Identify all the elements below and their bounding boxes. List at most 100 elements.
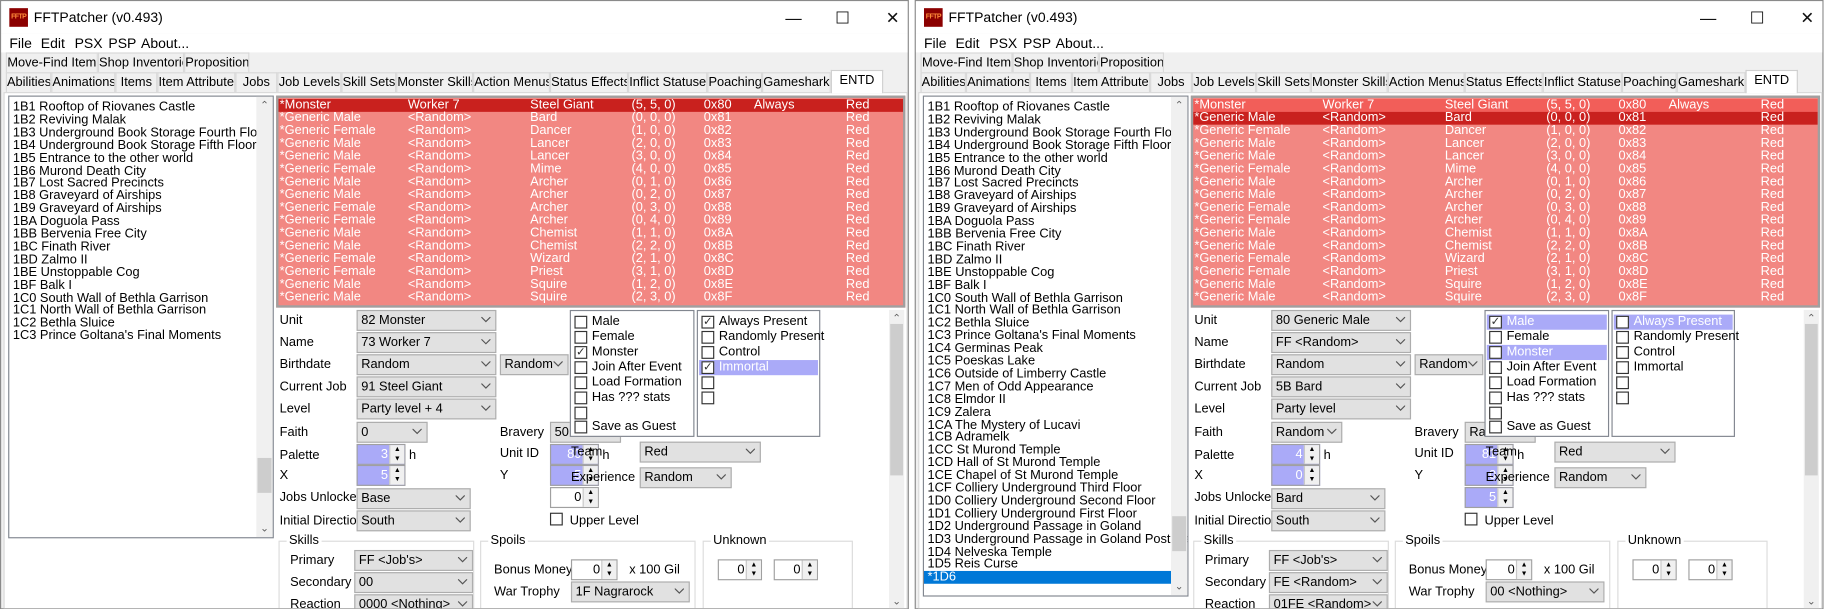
tab-shop-inventories[interactable]: Shop Inventories (1012, 52, 1099, 73)
war-trophy-select[interactable]: 1F Nagrarock (570, 581, 690, 603)
list-item[interactable]: 1B4 Underground Book Storage Fifth Floor (927, 139, 1171, 152)
scroll-thumb[interactable] (1172, 516, 1187, 552)
tab-inflict-statuses[interactable]: Inflict Statuses (1542, 72, 1622, 93)
checkbox[interactable] (574, 376, 588, 390)
tab-poaching[interactable]: Poaching (1621, 72, 1677, 93)
tab-propositions[interactable]: Propositions (1098, 52, 1165, 73)
tab-poaching[interactable]: Poaching (707, 72, 763, 93)
menu-about[interactable]: About... (141, 35, 189, 51)
entd-table[interactable]: *Monster Worker 7 Steel Giant (5, 5, 0) 0x80… (276, 95, 906, 308)
tab-skill-sets[interactable]: Skill Sets (1256, 72, 1311, 93)
x-spinner[interactable]: 5 ▲ ▼ (356, 464, 406, 486)
tab-items[interactable]: Items (115, 72, 158, 93)
faith-select[interactable]: 0 (356, 421, 428, 443)
spin-buttons[interactable]: ▲ ▼ (1515, 560, 1532, 580)
flag-item[interactable]: ✓ Male (1486, 314, 1607, 330)
primary-skill-select[interactable]: FF <Job's> (1268, 549, 1388, 571)
checkbox[interactable]: ✓ (701, 315, 715, 329)
jobs-unlocked-level-spinner[interactable]: 0 ▲ ▼ (549, 487, 599, 509)
checkbox[interactable] (1489, 420, 1502, 434)
upper-level-checkbox[interactable] (549, 512, 563, 526)
checkbox[interactable] (1616, 315, 1629, 329)
table-row[interactable]: *Generic Male <Random> Squire (1, 2, 0) 0x8E… (278, 278, 903, 291)
spin-up-icon[interactable]: ▲ (1305, 466, 1319, 475)
spin-up-icon[interactable]: ▲ (1498, 488, 1512, 497)
scroll-down-icon[interactable]: ⌄ (1804, 595, 1819, 608)
list-item[interactable]: 1D1 Colliery Underground First Floor (927, 507, 1136, 521)
spin-up-icon[interactable]: ▲ (1662, 560, 1676, 569)
tab-entd[interactable]: ENTD (830, 69, 884, 94)
spin-buttons[interactable]: ▲ ▼ (801, 560, 817, 580)
checkbox[interactable] (574, 391, 588, 405)
flag-item[interactable]: Join After Event (572, 360, 692, 375)
table-row[interactable]: *Generic Male <Random> Chemist (1, 1, 0) 0x8… (1193, 227, 1818, 240)
experience-select[interactable]: Random (1554, 467, 1647, 489)
spin-down-icon[interactable]: ▼ (747, 570, 761, 579)
menu-edit[interactable]: Edit (955, 35, 979, 51)
scroll-down-icon[interactable]: ⌄ (256, 522, 272, 535)
list-item[interactable]: *1D6 (924, 571, 1172, 585)
gender-flags-list[interactable]: Male Female ✓ Monster Join After Event Load F… (569, 309, 695, 437)
flag-item[interactable]: Load Formation (1487, 375, 1607, 390)
flag-item[interactable]: Join After Event (1487, 360, 1607, 375)
initial-direction-select[interactable]: South (356, 510, 471, 532)
x-spinner[interactable]: 0 ▲ ▼ (1271, 464, 1321, 486)
flag-item[interactable]: Randomly Present (699, 330, 824, 345)
flag-item[interactable]: ✓ Immortal (699, 360, 818, 376)
table-row[interactable]: *Generic Male <Random> Archer (0, 1, 0) 0x86… (1193, 175, 1818, 189)
flag-item[interactable] (1614, 375, 1733, 390)
spin-up-icon[interactable]: ▲ (390, 466, 404, 475)
spin-up-icon[interactable]: ▲ (584, 488, 598, 497)
spin-buttons[interactable]: ▲ ▼ (1660, 560, 1676, 580)
form-scrollbar[interactable]: ⌃ ⌄ (1803, 309, 1819, 609)
spin-down-icon[interactable]: ▼ (1662, 570, 1676, 579)
spin-up-icon[interactable]: ▲ (602, 560, 616, 569)
menu-psx[interactable]: PSX (989, 35, 1017, 51)
level-select[interactable]: Party level (1271, 398, 1412, 420)
menu-file[interactable]: File (9, 35, 32, 51)
presence-flags-list[interactable]: ✓ Always Present Randomly Present Control ✓ I… (696, 309, 824, 437)
checkbox[interactable]: ✓ (574, 346, 588, 359)
tab-job-levels[interactable]: Job Levels (1191, 72, 1257, 93)
spin-buttons[interactable]: ▲ ▼ (745, 560, 761, 580)
unknown2-spinner[interactable]: 0 ▲ ▼ (773, 559, 818, 581)
list-item[interactable]: 1BE Unstoppable Cog (13, 266, 140, 279)
spin-down-icon[interactable]: ▼ (803, 570, 817, 579)
secondary-skill-select[interactable]: 00 (354, 572, 474, 594)
spin-down-icon[interactable]: ▼ (390, 475, 404, 484)
flag-item[interactable]: Load Formation (572, 375, 692, 390)
list-scrollbar[interactable]: ⌃ ⌄ (1171, 96, 1188, 596)
list-item[interactable]: 1BE Unstoppable Cog (927, 266, 1054, 279)
tab-action-menus[interactable]: Action Menus (1387, 72, 1465, 93)
checkbox[interactable] (1489, 391, 1502, 405)
list-item[interactable]: 1C7 Men of Odd Appearance (927, 380, 1093, 394)
table-row[interactable]: *Generic Male <Random> Squire (2, 3, 0) 0x8F… (278, 291, 903, 304)
team-select[interactable]: Red (639, 441, 761, 463)
presence-flags-list[interactable]: Always Present Randomly Present Control Imm… (1611, 309, 1739, 437)
list-item[interactable]: 1B4 Underground Book Storage Fifth Floor (13, 139, 257, 152)
unknown1-spinner[interactable]: 0 ▲ ▼ (717, 559, 763, 581)
checkbox[interactable]: ✓ (1489, 315, 1502, 329)
tab-animations[interactable]: Animations (51, 72, 116, 93)
checkbox[interactable] (1489, 346, 1502, 359)
table-row[interactable]: *Generic Female <Random> Mime (4, 0, 0) 0x85… (278, 163, 903, 176)
maximize-button[interactable]: ☐ (825, 6, 860, 29)
tab-status-effects[interactable]: Status Effects (1464, 72, 1543, 93)
flag-item[interactable] (699, 375, 818, 390)
flag-item[interactable]: Save as Guest (572, 419, 692, 434)
spin-down-icon[interactable]: ▼ (390, 454, 404, 463)
checkbox[interactable] (574, 420, 588, 434)
table-row[interactable]: *Generic Female <Random> Dancer (1, 0, 0) 0x… (278, 124, 903, 138)
palette-spinner[interactable]: 3 ▲ ▼ (356, 443, 406, 465)
spin-buttons[interactable]: ▲ ▼ (389, 466, 405, 485)
tab-job-levels[interactable]: Job Levels (277, 72, 342, 93)
flag-item[interactable] (1487, 405, 1607, 420)
checkbox[interactable] (701, 376, 715, 390)
menu-psp[interactable]: PSP (108, 35, 136, 51)
spin-down-icon[interactable]: ▼ (602, 570, 616, 579)
table-row[interactable]: *Generic Female <Random> Mime (4, 0, 0) 0x85… (1193, 163, 1818, 176)
list-item[interactable]: 1C8 Elmdor II (927, 393, 1005, 406)
tab-status-effects[interactable]: Status Effects (549, 72, 629, 93)
table-row[interactable]: *Generic Male <Random> Squire (2, 3, 0) 0x8F… (1193, 291, 1818, 304)
checkbox[interactable] (701, 346, 715, 359)
